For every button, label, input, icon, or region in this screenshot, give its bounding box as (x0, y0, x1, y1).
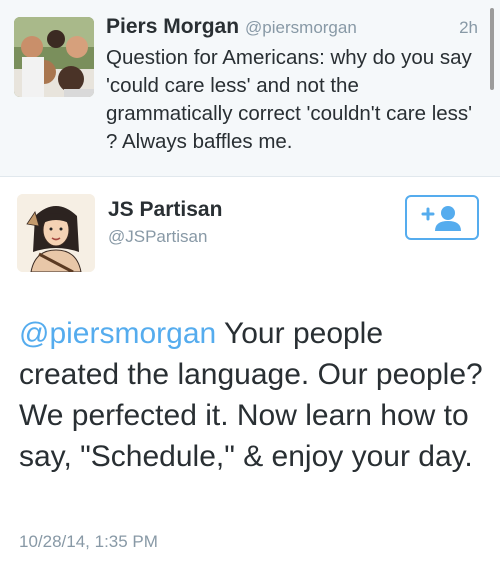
author-handle[interactable]: @JSPartisan (108, 227, 207, 247)
tweet-text: @piersmorgan Your people created the lan… (19, 313, 489, 477)
tweet-timestamp: 10/28/14, 1:35 PM (19, 532, 158, 551)
parent-tweet-text: Question for Americans: why do you say '… (106, 46, 473, 153)
mention-link[interactable]: @piersmorgan (19, 317, 216, 350)
js-partisan-avatar[interactable] (17, 194, 95, 272)
follow-button[interactable] (405, 195, 479, 240)
add-user-icon (421, 206, 461, 231)
tweet-age: 2h (459, 18, 478, 37)
piers-morgan-avatar[interactable] (14, 17, 94, 97)
author-name[interactable]: Piers Morgan (106, 15, 239, 38)
parent-tweet[interactable]: Piers Morgan @piersmorgan 2h Question for… (0, 0, 500, 177)
parent-tweet-header: Piers Morgan @piersmorgan 2h (106, 15, 486, 41)
author-handle[interactable]: @piersmorgan (245, 18, 357, 37)
author-name[interactable]: JS Partisan (108, 198, 222, 222)
scrollbar[interactable] (490, 8, 494, 90)
